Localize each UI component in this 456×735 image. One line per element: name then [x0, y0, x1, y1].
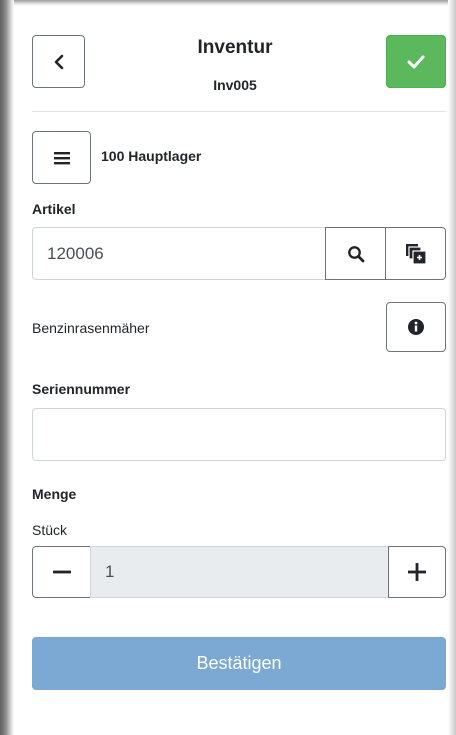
- window-shadow-left: [0, 0, 14, 735]
- confirm-button[interactable]: Bestätigen: [32, 637, 446, 690]
- article-add-copy-button[interactable]: [385, 227, 446, 280]
- window-shadow-top: [0, 0, 456, 6]
- quantity-increase-button[interactable]: [388, 546, 446, 598]
- window-shadow-right: [448, 0, 456, 735]
- quantity-input-value: 1: [105, 562, 115, 581]
- article-info-button[interactable]: [386, 302, 446, 352]
- search-icon: [347, 245, 364, 262]
- menu-icon: [53, 151, 70, 164]
- warehouse-menu-button[interactable]: [32, 131, 91, 184]
- serial-input[interactable]: [32, 408, 446, 461]
- info-icon: [408, 319, 424, 335]
- quantity-decrease-button[interactable]: [32, 546, 91, 598]
- check-icon: [407, 55, 425, 68]
- article-label: Artikel: [32, 201, 76, 217]
- plus-icon: [408, 563, 426, 581]
- chevron-left-icon: [54, 54, 63, 69]
- quantity-unit: Stück: [32, 522, 68, 538]
- article-search-button[interactable]: [325, 227, 386, 280]
- minus-icon: [52, 570, 71, 574]
- serial-label: Seriennummer: [32, 381, 131, 397]
- confirm-check-button[interactable]: [386, 35, 446, 88]
- article-input-value: 120006: [47, 243, 104, 263]
- page-subtitle: Inv005: [213, 77, 257, 93]
- warehouse-label: 100 Hauptlager: [101, 148, 202, 164]
- back-button[interactable]: [32, 35, 85, 88]
- quantity-label: Menge: [32, 486, 77, 502]
- copy-add-icon: [405, 243, 427, 265]
- article-description: Benzinrasenmäher: [32, 320, 150, 336]
- article-input[interactable]: 120006: [32, 227, 326, 280]
- page-title: Inventur: [197, 37, 273, 58]
- app-window: Inventur Inv005 100 Hauptlager Artikel 1…: [0, 0, 456, 735]
- quantity-input: 1: [90, 546, 389, 598]
- header-divider: [32, 111, 446, 112]
